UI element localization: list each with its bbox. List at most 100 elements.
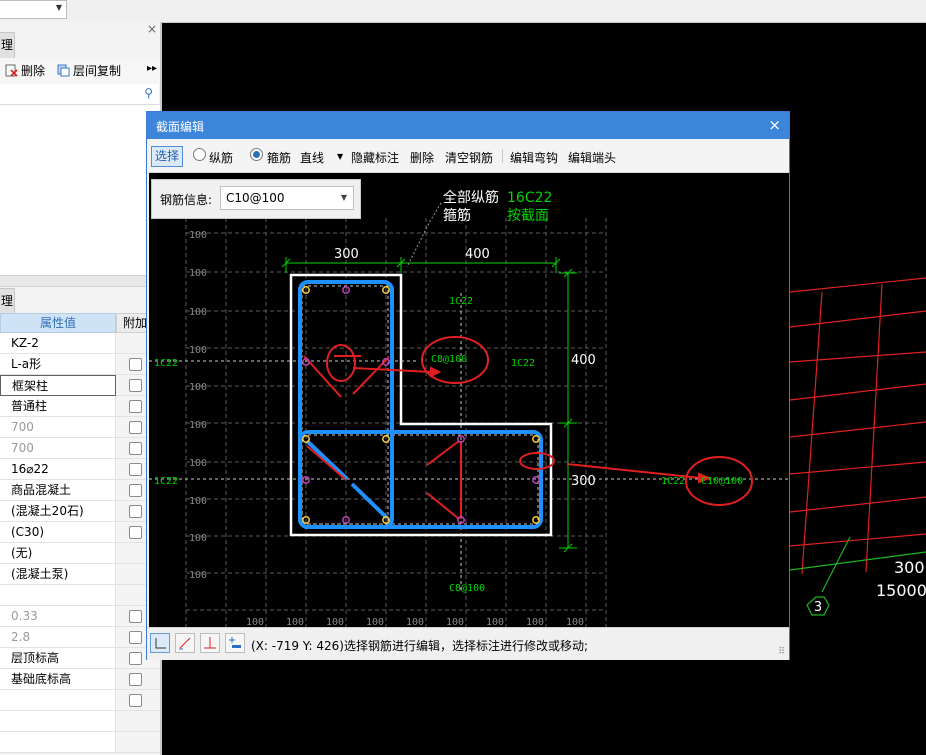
property-row[interactable]: 层顶标高 xyxy=(0,648,160,669)
longitudinal-radio[interactable] xyxy=(193,148,206,161)
resize-grip-icon[interactable]: ⠿ xyxy=(778,647,785,657)
extra-checkbox[interactable] xyxy=(129,526,142,539)
property-value[interactable]: KZ-2 xyxy=(0,333,116,354)
property-row[interactable]: L-a形 xyxy=(0,354,160,375)
close-icon[interactable]: × xyxy=(768,116,781,134)
overflow-chevron-icon[interactable]: ▸▸ xyxy=(147,63,157,74)
property-value[interactable]: (混凝土泵) xyxy=(0,564,116,585)
label-1c22-right2[interactable]: 1C22 xyxy=(661,476,685,487)
property-value[interactable]: 2.8 xyxy=(0,627,116,648)
label-c8-bottom[interactable]: C8@100 xyxy=(449,583,485,594)
extra-checkbox[interactable] xyxy=(129,631,142,644)
plan-view-canvas[interactable]: 300 15000 3 xyxy=(790,22,926,755)
rebar-points[interactable] xyxy=(302,286,540,524)
property-value[interactable]: 700 xyxy=(0,438,116,459)
extra-checkbox[interactable] xyxy=(129,442,142,455)
search-icon[interactable]: ⚲ xyxy=(144,86,153,100)
property-row[interactable]: 框架柱 xyxy=(0,375,160,396)
rebar-point[interactable] xyxy=(532,476,540,484)
property-row[interactable]: KZ-2 xyxy=(0,333,160,354)
property-row[interactable]: 700 xyxy=(0,417,160,438)
dim-300-right[interactable]: 300 xyxy=(571,474,596,489)
close-icon[interactable]: × xyxy=(147,22,157,36)
property-value[interactable]: 普通柱 xyxy=(0,396,116,417)
label-c10-right[interactable]: C10@100 xyxy=(701,476,743,487)
extra-checkbox[interactable] xyxy=(129,400,142,413)
hide-dims-button[interactable]: 隐藏标注 xyxy=(351,149,399,166)
property-value[interactable] xyxy=(0,711,116,732)
chevron-down-icon[interactable]: ▼ xyxy=(56,3,62,12)
property-row[interactable]: (C30) xyxy=(0,522,160,543)
edit-hook-button[interactable]: 编辑弯钩 xyxy=(510,149,558,166)
extra-checkbox[interactable] xyxy=(129,463,142,476)
property-row[interactable]: 普通柱 xyxy=(0,396,160,417)
property-row[interactable]: (混凝土20石) xyxy=(0,501,160,522)
search-input[interactable]: ⚲ xyxy=(0,84,159,105)
property-value[interactable]: (无) xyxy=(0,543,116,564)
tab-component-manage[interactable]: 理 xyxy=(0,32,15,60)
label-1c22-left1[interactable]: 1C22 xyxy=(154,358,178,369)
property-value[interactable]: (C30) xyxy=(0,522,116,543)
property-value[interactable]: L-a形 xyxy=(0,354,116,375)
dim-400-right[interactable]: 400 xyxy=(571,353,596,368)
label-c8-top[interactable]: C8@100 xyxy=(431,354,467,365)
property-value[interactable]: 16⌀22 xyxy=(0,459,116,480)
extra-checkbox[interactable] xyxy=(129,505,142,518)
dimension-toggle[interactable] xyxy=(225,633,245,653)
extra-checkbox[interactable] xyxy=(129,484,142,497)
property-row[interactable]: (混凝土泵) xyxy=(0,564,160,585)
dim-300-top[interactable]: 300 xyxy=(334,247,359,262)
property-row[interactable] xyxy=(0,690,160,711)
label-1c22-top[interactable]: 1C22 xyxy=(449,296,473,307)
legend-all-long-value[interactable]: 16C22 xyxy=(507,190,552,206)
extra-checkbox[interactable] xyxy=(129,673,142,686)
dim-400-top[interactable]: 400 xyxy=(465,247,490,262)
ortho-toggle[interactable] xyxy=(150,633,170,653)
property-row[interactable]: 0.33 xyxy=(0,606,160,627)
extra-checkbox[interactable] xyxy=(129,358,142,371)
extra-checkbox[interactable] xyxy=(129,694,142,707)
property-row[interactable] xyxy=(0,711,160,732)
delete-button[interactable]: 删除 xyxy=(5,62,45,79)
perpendicular-toggle[interactable] xyxy=(200,633,220,653)
chevron-down-icon[interactable]: ▼ xyxy=(337,152,343,161)
section-canvas[interactable]: 100 100 100 100 100 100 100 100 100 100 100 100 100 1… xyxy=(149,173,789,627)
property-value[interactable]: (混凝土20石) xyxy=(0,501,116,522)
property-row[interactable]: 700 xyxy=(0,438,160,459)
property-value[interactable]: 700 xyxy=(0,417,116,438)
property-value[interactable]: 框架柱 xyxy=(0,375,116,396)
extra-checkbox[interactable] xyxy=(129,652,142,665)
label-1c22-left2[interactable]: 1C22 xyxy=(154,476,178,487)
top-combo[interactable]: ▼ xyxy=(0,0,67,19)
component-list[interactable] xyxy=(0,105,160,275)
panel-splitter[interactable] xyxy=(0,275,160,287)
floor-copy-button[interactable]: 层间复制 xyxy=(57,62,121,79)
property-row[interactable]: 基础底标高 xyxy=(0,669,160,690)
select-button[interactable]: 选择 xyxy=(151,146,184,167)
property-value[interactable] xyxy=(0,690,116,711)
edit-end-button[interactable]: 编辑端头 xyxy=(568,149,616,166)
property-row[interactable]: 商品混凝土 xyxy=(0,480,160,501)
stirrup-radio[interactable] xyxy=(250,148,263,161)
line-mode-dropdown[interactable]: 直线 xyxy=(300,149,324,166)
snap-toggle[interactable] xyxy=(175,633,195,653)
extra-checkbox[interactable] xyxy=(129,379,142,392)
clear-rebar-button[interactable]: 清空钢筋 xyxy=(445,149,493,166)
section-outline[interactable] xyxy=(289,273,553,537)
label-1c22-right1[interactable]: 1C22 xyxy=(511,358,535,369)
property-row[interactable] xyxy=(0,585,160,606)
legend-stirrup-value[interactable]: 按截面 xyxy=(507,208,549,224)
rebar-info-select[interactable]: C10@100 ▼ xyxy=(220,186,354,210)
delete-button[interactable]: 删除 xyxy=(410,149,434,166)
dialog-titlebar[interactable]: 截面编辑 × xyxy=(147,112,789,139)
property-value[interactable] xyxy=(0,585,116,606)
property-row[interactable]: 16⌀22 xyxy=(0,459,160,480)
extra-checkbox[interactable] xyxy=(129,421,142,434)
extra-checkbox[interactable] xyxy=(129,610,142,623)
property-value[interactable]: 基础底标高 xyxy=(0,669,116,690)
property-row[interactable]: 2.8 xyxy=(0,627,160,648)
property-value[interactable]: 商品混凝土 xyxy=(0,480,116,501)
property-row[interactable]: (无) xyxy=(0,543,160,564)
chevron-down-icon[interactable]: ▼ xyxy=(341,187,347,209)
tab-property-manage[interactable]: 理 xyxy=(0,288,15,316)
